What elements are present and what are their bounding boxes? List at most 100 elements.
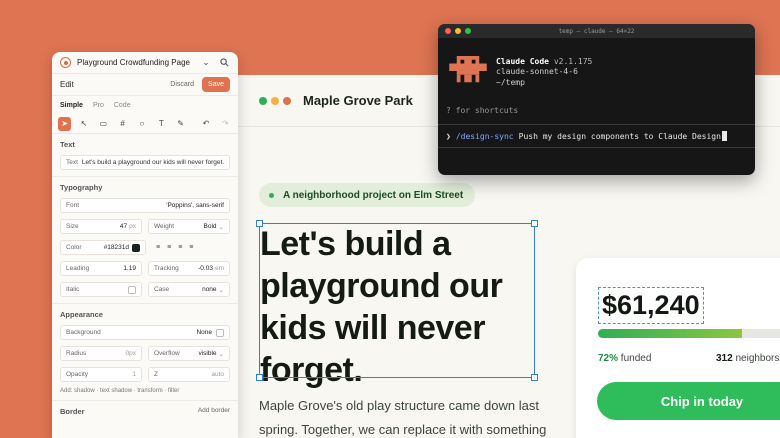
- search-icon[interactable]: [218, 57, 230, 69]
- color-label: Color: [66, 244, 82, 251]
- funded-percent: 72%: [598, 353, 619, 364]
- redo-icon[interactable]: ↷: [219, 117, 232, 131]
- funding-progress-bar: [598, 329, 780, 338]
- font-field[interactable]: Font 'Poppins', sans-serif: [60, 198, 230, 213]
- overflow-value: visible: [198, 350, 217, 357]
- app-header: Claude Code v2.1.175: [496, 56, 592, 67]
- mode-tabs: Simple Pro Code: [52, 96, 238, 114]
- tab-pro[interactable]: Pro: [93, 102, 104, 109]
- italic-checkbox[interactable]: [128, 285, 136, 294]
- selection-box[interactable]: [256, 220, 538, 381]
- funding-amount[interactable]: $61,240: [598, 287, 704, 324]
- model-name: claude-sonnet-4-6: [496, 67, 578, 76]
- appearance-title: Appearance: [60, 310, 103, 319]
- background-swatch[interactable]: [216, 328, 224, 337]
- size-unit: px: [129, 223, 136, 230]
- page-name[interactable]: Playground Crowdfunding Page: [77, 58, 194, 67]
- resize-handle-tr[interactable]: [531, 220, 538, 227]
- align-center-icon[interactable]: ≡: [167, 244, 171, 251]
- leading-value: 1.19: [123, 265, 136, 272]
- overflow-label: Overflow: [154, 350, 180, 357]
- tab-code[interactable]: Code: [114, 102, 131, 109]
- frame-icon[interactable]: #: [116, 117, 129, 131]
- typography-section: Typography Font 'Poppins', sans-serif Si…: [52, 177, 238, 304]
- case-field[interactable]: Case none ⌄: [148, 282, 230, 297]
- typography-title: Typography: [60, 183, 103, 192]
- color-value: #18231d: [103, 244, 129, 251]
- weight-label: Weight: [154, 223, 175, 230]
- text-cursor: [721, 131, 727, 141]
- weight-field[interactable]: Weight Bold ⌄: [148, 219, 230, 234]
- tracking-unit: em: [214, 265, 224, 272]
- tracking-value: -0.03: [198, 265, 213, 272]
- undo-icon[interactable]: ↶: [199, 117, 212, 131]
- z-label: Z: [154, 371, 158, 378]
- opacity-label: Opacity: [66, 371, 89, 378]
- chevron-down-icon: ⌄: [218, 223, 224, 231]
- align-left-icon[interactable]: ≡: [156, 244, 160, 251]
- hero-body: Maple Grove's old play structure came do…: [259, 398, 547, 437]
- terminal-window: temp — claude — 64×22 Claude Code v2.1.1…: [438, 24, 755, 175]
- save-button[interactable]: Save: [202, 77, 230, 92]
- neighbors-stat: 312 neighbors: [716, 353, 779, 364]
- opacity-field[interactable]: Opacity 1: [60, 367, 142, 382]
- align-justify-icon[interactable]: ≡: [189, 244, 193, 251]
- text-tool-icon[interactable]: T: [155, 117, 168, 131]
- neighbors-label: neighbors: [735, 353, 780, 364]
- color-field[interactable]: Color #18231d: [60, 240, 146, 255]
- border-title: Border: [60, 407, 85, 416]
- ellipse-icon[interactable]: ○: [135, 117, 148, 131]
- pen-icon[interactable]: ✎: [174, 117, 187, 131]
- discard-button[interactable]: Discard: [170, 81, 194, 88]
- prompt-input[interactable]: ❯ /design-sync Push my design components…: [438, 124, 755, 148]
- shortcuts-hint: ? for shortcuts: [446, 106, 519, 115]
- app-name: Claude Code: [496, 57, 549, 66]
- panel-topbar: Playground Crowdfunding Page ⌄: [52, 52, 238, 74]
- appearance-section: Appearance Background None Radius 0px Ov…: [52, 304, 238, 401]
- direct-select-icon[interactable]: ↖: [77, 117, 90, 131]
- brand-dot-green: [259, 96, 267, 105]
- opacity-value: 1: [132, 371, 136, 378]
- tracking-field[interactable]: Tracking -0.03 em: [148, 261, 230, 276]
- italic-field[interactable]: Italic: [60, 282, 142, 297]
- leading-field[interactable]: Leading 1.19: [60, 261, 142, 276]
- app-logo-icon: [60, 57, 71, 68]
- text-field[interactable]: Text Let's build a playground our kids w…: [60, 155, 230, 170]
- text-field-value: Let's build a playground our kids will n…: [81, 159, 225, 166]
- background-field[interactable]: Background None: [60, 325, 230, 340]
- background-label: Background: [66, 329, 101, 336]
- chip-in-button[interactable]: Chip in today: [597, 382, 780, 420]
- brand-dot-orange: [283, 96, 291, 105]
- text-section-title: Text: [60, 140, 75, 149]
- neighborhood-pill: A neighborhood project on Elm Street: [259, 183, 476, 207]
- edit-bar: Edit Discard Save: [52, 74, 238, 96]
- select-tool-icon[interactable]: ➤: [58, 116, 72, 131]
- brand-dots: [259, 96, 291, 105]
- text-field-label: Text: [66, 159, 78, 166]
- rectangle-icon[interactable]: ▭: [97, 117, 110, 131]
- size-label: Size: [66, 223, 79, 230]
- z-field[interactable]: Z auto: [148, 367, 230, 382]
- resize-handle-br[interactable]: [531, 374, 538, 381]
- toolbar: ➤ ↖ ▭ # ○ T ✎ ↶ ↷: [52, 114, 238, 134]
- app-version: v2.1.175: [553, 57, 593, 66]
- brand-dot-yellow: [271, 96, 279, 105]
- color-swatch[interactable]: [132, 243, 140, 252]
- radius-field[interactable]: Radius 0px: [60, 346, 142, 361]
- chevron-down-icon[interactable]: ⌄: [200, 57, 212, 69]
- font-label: Font: [66, 202, 80, 209]
- add-effects-note[interactable]: Add: shadow · text shadow · transform · …: [60, 388, 230, 400]
- tab-simple[interactable]: Simple: [60, 102, 83, 109]
- terminal-title: temp — claude — 64×22: [558, 27, 635, 35]
- site-brand[interactable]: Maple Grove Park: [303, 93, 413, 108]
- size-field[interactable]: Size 47 px: [60, 219, 142, 234]
- radius-value: 0px: [125, 350, 136, 357]
- overflow-field[interactable]: Overflow visible ⌄: [148, 346, 230, 361]
- resize-handle-tl[interactable]: [256, 220, 263, 227]
- resize-handle-bl[interactable]: [256, 374, 263, 381]
- chevron-down-icon: ⌄: [218, 286, 224, 294]
- command-text: Push my design components to Claude Desi…: [518, 131, 721, 141]
- align-right-icon[interactable]: ≡: [178, 244, 182, 251]
- neighbors-count: 312: [716, 353, 733, 364]
- add-border-button[interactable]: Add border: [198, 407, 230, 416]
